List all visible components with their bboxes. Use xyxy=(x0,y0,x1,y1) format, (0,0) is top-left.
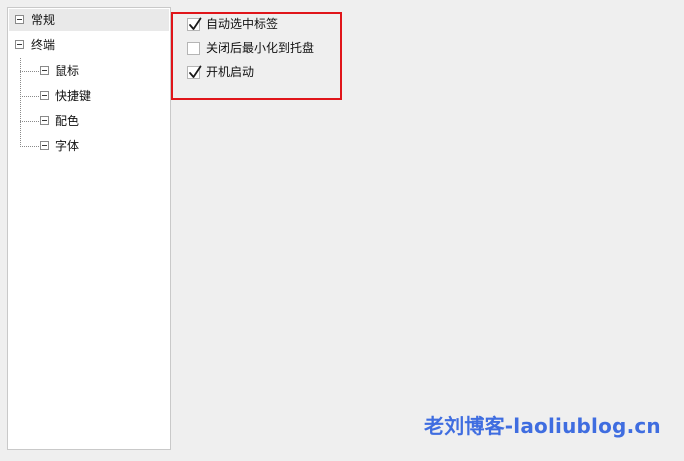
option-label: 自动选中标签 xyxy=(206,17,279,31)
tree-item-label: 常规 xyxy=(31,13,56,27)
collapse-icon[interactable] xyxy=(40,116,49,125)
tree-item-label: 快捷键 xyxy=(55,89,92,103)
tree-item-color-scheme[interactable]: 配色 xyxy=(9,110,169,132)
collapse-icon[interactable] xyxy=(15,15,24,24)
option-label: 关闭后最小化到托盘 xyxy=(206,41,315,55)
tree-item-label: 终端 xyxy=(31,38,56,52)
tree-item-mouse[interactable]: 鼠标 xyxy=(9,60,169,82)
checkbox[interactable] xyxy=(187,42,200,55)
tree-item-label: 字体 xyxy=(55,139,80,153)
tree-item-shortcuts[interactable]: 快捷键 xyxy=(9,85,169,107)
checkbox[interactable] xyxy=(187,65,202,79)
tree-item-general[interactable]: 常规 xyxy=(9,9,169,31)
collapse-icon[interactable] xyxy=(40,141,49,150)
option-label: 开机启动 xyxy=(206,65,255,79)
tree-item-label: 配色 xyxy=(55,114,80,128)
tree-item-label: 鼠标 xyxy=(55,64,80,78)
collapse-icon[interactable] xyxy=(15,40,24,49)
settings-tree: 常规 终端 鼠标 快捷键 配色 字体 xyxy=(7,7,171,450)
tree-item-font[interactable]: 字体 xyxy=(9,135,169,157)
collapse-icon[interactable] xyxy=(40,66,49,75)
collapse-icon[interactable] xyxy=(40,91,49,100)
watermark: 老刘博客-laoliublog.cn xyxy=(424,414,661,438)
checkmark-icon xyxy=(189,65,202,78)
checkmark-icon xyxy=(189,17,202,30)
tree-item-terminal[interactable]: 终端 xyxy=(9,34,169,56)
checkbox[interactable] xyxy=(187,17,202,31)
general-options-group: 自动选中标签 关闭后最小化到托盘 开机启动 xyxy=(171,12,342,100)
